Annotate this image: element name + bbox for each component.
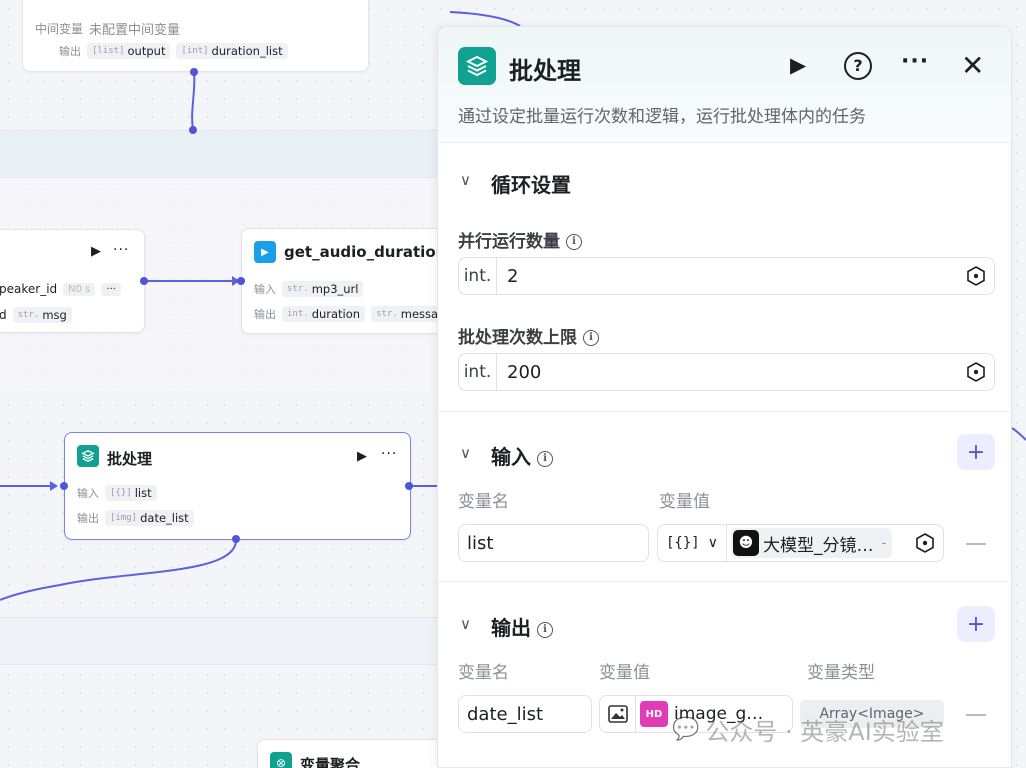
more-icon[interactable]: ···	[113, 242, 129, 258]
loop-settings-section: ∨ 循环设置 并行运行数量 i int. 2 批处理次数上限 i int. 200	[438, 143, 1011, 411]
chevron-down-icon[interactable]: ∨	[460, 444, 471, 462]
input-row: peaker_id N0 s ···	[0, 282, 121, 296]
chevron-down-icon[interactable]: ∨	[460, 171, 471, 189]
type-select[interactable]: [{}] ∨	[658, 525, 727, 561]
info-icon[interactable]: i	[537, 450, 553, 467]
column-header: 变量值	[599, 663, 650, 683]
input-row: 输入 [{}] list	[77, 485, 157, 501]
batch-icon	[77, 445, 99, 467]
add-output-button[interactable]: +	[957, 606, 995, 642]
mid-var-row: 中间变量 未配置中间变量	[35, 19, 180, 38]
edge-top	[449, 11, 521, 27]
column-header: 变量值	[659, 492, 710, 512]
output-name-field[interactable]: date_list	[458, 695, 592, 733]
edge-batch-down	[0, 539, 237, 601]
output-row: d str. msg	[0, 307, 72, 323]
node-get-audio-duration[interactable]: ▶ get_audio_duration 输入 str. mp3_url 输出 i…	[241, 228, 458, 334]
port[interactable]	[237, 277, 245, 285]
play-icon[interactable]: ▶	[357, 449, 367, 464]
value-ref-tag[interactable]: ☻ 大模型_分镜… -	[730, 528, 893, 558]
mid-var-value: 未配置中间变量	[89, 23, 181, 38]
info-icon[interactable]: i	[566, 234, 582, 250]
info-icon[interactable]: i	[537, 621, 553, 638]
batch-config-panel: 批处理 ▶ ? ··· ✕ 通过设定批量运行次数和逻辑，运行批处理体内的任务 ∨…	[437, 26, 1012, 768]
batch-limit-field[interactable]: int. 200	[458, 353, 995, 391]
parallel-value[interactable]: 2	[507, 266, 518, 287]
remove-input-icon[interactable]	[966, 543, 986, 545]
port[interactable]	[190, 68, 198, 76]
port[interactable]	[140, 277, 148, 285]
node-batch[interactable]: 批处理 ▶ ··· 输入 [{}] list 输出 [img] date_list	[64, 432, 411, 540]
chevron-down-icon: ∨	[707, 535, 718, 551]
remove-output-icon[interactable]	[966, 714, 986, 716]
column-header: 变量名	[458, 492, 509, 512]
node-title: get_audio_duration	[284, 243, 447, 261]
add-input-button[interactable]: +	[957, 434, 995, 470]
node-loop[interactable]: 中间变量 未配置中间变量 输出 [list] output [int] durati…	[22, 0, 369, 72]
limit-value[interactable]: 200	[507, 362, 541, 383]
panel-header: 批处理 ▶ ? ··· ✕ 通过设定批量运行次数和逻辑，运行批处理体内的任务	[438, 27, 1011, 143]
merge-icon: ⊗	[270, 752, 292, 768]
panel-title: 批处理	[509, 57, 581, 85]
variable-ref-icon[interactable]	[966, 362, 986, 382]
column-header: 变量名	[458, 663, 509, 683]
node-title: 变量聚合	[300, 756, 361, 768]
port[interactable]	[232, 535, 240, 543]
image-icon	[600, 696, 636, 732]
input-name-field[interactable]: list	[458, 524, 649, 562]
limit-label: 批处理次数上限 i	[458, 323, 599, 348]
output-tag: [list] output	[87, 43, 171, 59]
hd-icon: HD	[640, 701, 668, 727]
node-title: 批处理	[107, 450, 153, 468]
input-row: 输入 str. mp3_url	[254, 281, 364, 297]
watermark: 💬 公众号 · 英豪AI实验室	[672, 717, 944, 746]
section-title: 输出 i	[491, 612, 553, 641]
type-prefix: int.	[459, 258, 497, 294]
port[interactable]	[60, 482, 68, 490]
port[interactable]	[189, 126, 197, 134]
section-title: 循环设置	[491, 173, 571, 197]
plugin-icon: ▶	[254, 241, 276, 263]
parallel-count-field[interactable]: int. 2	[458, 257, 995, 295]
variable-ref-icon[interactable]	[966, 266, 986, 286]
output-row: 输出 [img] date_list	[77, 510, 194, 526]
more-icon[interactable]: ···	[901, 49, 929, 74]
arrow-head	[50, 481, 58, 491]
variable-ref-icon[interactable]	[915, 533, 935, 553]
more-icon[interactable]: ···	[381, 446, 397, 462]
type-prefix: int.	[459, 354, 497, 390]
llm-icon: ☻	[732, 530, 759, 556]
more-tag: ···	[101, 282, 121, 296]
info-icon[interactable]: i	[583, 330, 599, 346]
play-icon[interactable]: ▶	[790, 53, 806, 77]
close-icon[interactable]: ✕	[961, 49, 984, 82]
edge-right	[1011, 427, 1026, 441]
output-row: 输出 [list] output [int] duration_list	[59, 43, 288, 59]
help-icon[interactable]: ?	[844, 52, 872, 80]
node-variable-merge[interactable]: ⊗ 变量聚合	[257, 739, 447, 768]
play-icon[interactable]: ▶	[91, 244, 101, 259]
output-tag: [int] duration_list	[176, 43, 288, 59]
chevron-down-icon[interactable]: ∨	[460, 615, 471, 633]
parallel-label: 并行运行数量 i	[458, 227, 582, 252]
port[interactable]	[405, 482, 413, 490]
output-label: 输出	[59, 45, 81, 58]
section-title: 输入 i	[491, 441, 553, 470]
wechat-icon: 💬	[672, 717, 700, 742]
input-section: ∨ 输入 i + 变量名 变量值 list [{}] ∨ ☻ 大模型_分镜… -	[438, 411, 1011, 581]
output-row: 输出 int. duration str. message	[254, 306, 458, 322]
batch-icon	[458, 47, 496, 85]
edge-top-down	[191, 71, 196, 131]
panel-description: 通过设定批量运行次数和逻辑，运行批处理体内的任务	[458, 107, 866, 127]
input-value-field[interactable]: [{}] ∨ ☻ 大模型_分镜… -	[657, 524, 944, 562]
column-header: 变量类型	[807, 663, 875, 683]
mid-var-label: 中间变量	[35, 22, 84, 36]
node-tts[interactable]: ▶ ··· peaker_id N0 s ··· d str. msg	[0, 229, 145, 333]
